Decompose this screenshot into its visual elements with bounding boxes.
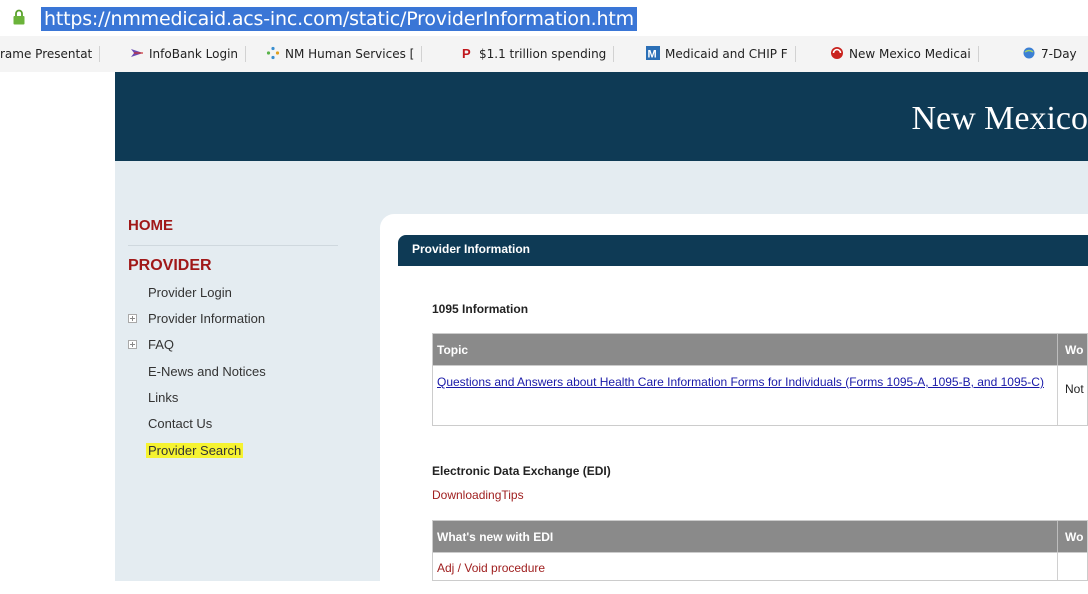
qa-1095-link[interactable]: Questions and Answers about Health Care …: [437, 372, 1052, 392]
p-icon: P: [462, 46, 471, 60]
table-edi-header: What's new with EDI Wo: [432, 520, 1088, 553]
section-edi-title: Electronic Data Exchange (EDI): [432, 464, 611, 478]
adj-void-procedure-link[interactable]: Adj / Void procedure: [437, 561, 545, 575]
column-header-wo: Wo: [1065, 343, 1084, 357]
globe-icon: [1023, 47, 1035, 59]
nm-human-services-icon: [266, 46, 280, 60]
svg-text:M: M: [648, 49, 657, 61]
table-row: Questions and Answers about Health Care …: [432, 366, 1088, 426]
table-row: Adj / Void procedure: [432, 553, 1088, 581]
bookmark-item[interactable]: 7-Day: [1022, 46, 1077, 62]
nav-provider-login[interactable]: Provider Login: [148, 285, 232, 300]
section-1095-title: 1095 Information: [432, 302, 529, 316]
nav-divider: [128, 245, 338, 246]
bookmark-label: $1.1 trillion spending: [479, 47, 607, 61]
column-header-wo: Wo: [1065, 530, 1084, 544]
bookmark-label: InfoBank Login: [149, 47, 239, 61]
column-header-topic: Topic: [437, 343, 469, 357]
lock-icon: [13, 9, 25, 25]
site-header: New Mexico: [115, 72, 1088, 161]
m-icon: M: [646, 46, 660, 60]
bookmark-item[interactable]: M Medicaid and CHIP F: [646, 46, 796, 62]
nav-faq[interactable]: FAQ: [148, 337, 174, 352]
nav-provider-search[interactable]: Provider Search: [146, 443, 244, 458]
infobank-icon: [131, 49, 143, 57]
bookmark-label: 7-Day: [1041, 47, 1077, 61]
panel-header: Provider Information: [398, 235, 1088, 266]
url-text[interactable]: https://nmmedicaid.acs-inc.com/static/Pr…: [41, 7, 637, 31]
bookmarks-bar: rame Presentat InfoBank Login NM Human S…: [0, 36, 1088, 73]
bookmark-label: Medicaid and CHIP F: [665, 47, 788, 61]
bookmark-label: rame Presentat: [0, 47, 93, 61]
column-header-whats-new: What's new with EDI: [437, 530, 554, 544]
nav-provider-information[interactable]: Provider Information: [148, 311, 265, 326]
downloading-tips-link[interactable]: DownloadingTips: [432, 488, 524, 502]
bookmark-item[interactable]: P $1.1 trillion spending: [460, 46, 615, 62]
table-cell-right: Not: [1065, 382, 1084, 396]
bookmark-label: NM Human Services [: [285, 47, 415, 61]
bookmark-item[interactable]: NM Human Services [: [266, 46, 423, 62]
svg-text:P: P: [462, 46, 471, 60]
bookmark-item[interactable]: InfoBank Login: [130, 46, 247, 62]
nm-medicaid-icon: [831, 47, 843, 59]
expand-plus-icon[interactable]: [128, 314, 137, 323]
bookmark-label: New Mexico Medicai: [849, 47, 971, 61]
panel-title: Provider Information: [412, 242, 531, 256]
address-bar[interactable]: https://nmmedicaid.acs-inc.com/static/Pr…: [0, 0, 1088, 36]
table-1095-header: Topic Wo: [432, 333, 1088, 366]
nav-links[interactable]: Links: [148, 390, 178, 405]
bookmark-item[interactable]: New Mexico Medicai: [830, 46, 979, 62]
nav-home-link[interactable]: HOME: [128, 217, 173, 234]
expand-plus-icon[interactable]: [128, 340, 137, 349]
nav-provider-heading[interactable]: PROVIDER: [128, 257, 212, 275]
nav-contact-us[interactable]: Contact Us: [148, 416, 212, 431]
bookmark-item[interactable]: rame Presentat: [0, 46, 101, 62]
nav-provider-search-label: Provider Search: [146, 443, 244, 458]
nav-enews-notices[interactable]: E-News and Notices: [148, 364, 266, 379]
site-title: New Mexico: [911, 100, 1088, 137]
